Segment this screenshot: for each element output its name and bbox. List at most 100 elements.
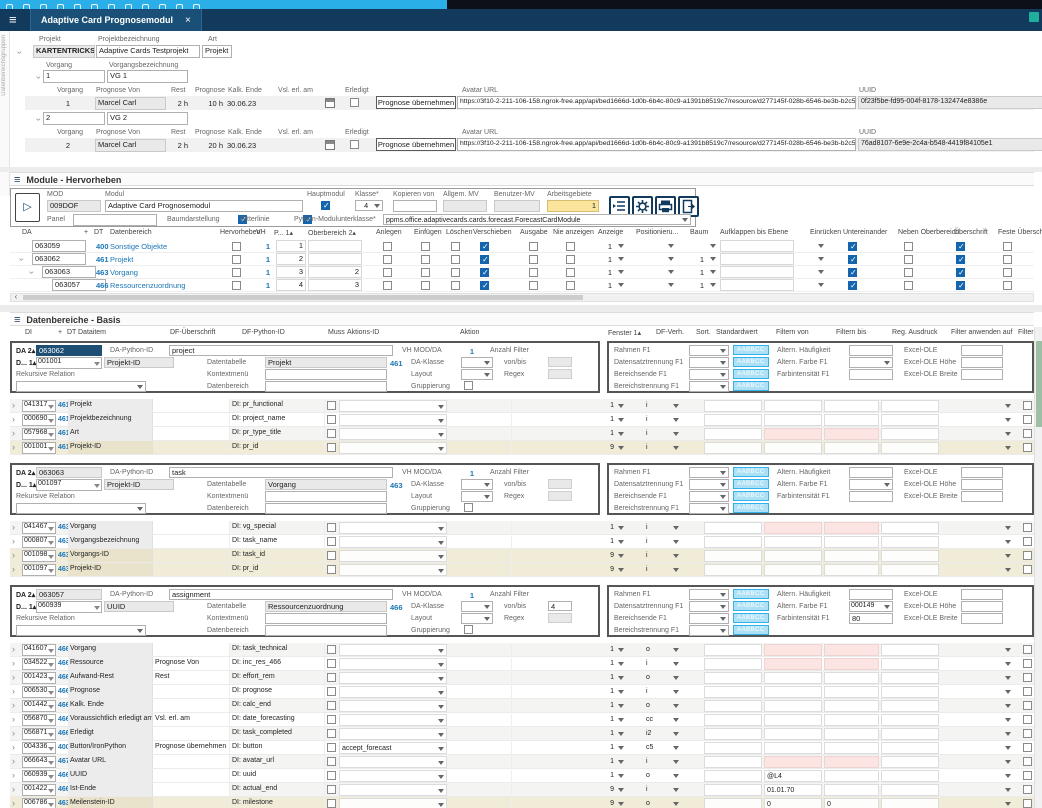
filter-deaktiviert-checkbox[interactable] <box>1023 715 1032 724</box>
altern-haeufigkeit-field[interactable] <box>849 467 893 478</box>
layout-select[interactable] <box>461 369 493 380</box>
filtern-bis-field[interactable] <box>824 428 879 440</box>
avatar-url-field[interactable]: https://3f10-2-211-106-158.ngrok-free.ap… <box>457 96 856 109</box>
filtern-bis-field[interactable] <box>824 522 879 534</box>
oberbereich-field[interactable] <box>308 253 362 265</box>
verschieben-checkbox[interactable] <box>480 268 489 277</box>
di-field[interactable]: 001097 <box>22 564 56 576</box>
scroll-left-icon[interactable]: ‹ <box>11 294 21 301</box>
chevron-down-icon[interactable] <box>818 283 824 287</box>
filter-anwenden-cell[interactable] <box>941 536 1015 549</box>
chevron-down-icon[interactable] <box>438 569 444 573</box>
filtern-bis-field[interactable] <box>824 536 879 548</box>
reg-ausdruck-field[interactable] <box>881 728 939 740</box>
chevron-down-icon[interactable] <box>1005 732 1011 736</box>
filter-anwenden-cell[interactable] <box>941 756 1015 769</box>
fenster-value[interactable]: 1 <box>596 524 614 531</box>
chevron-down-icon[interactable] <box>48 705 54 709</box>
standardwert-field[interactable] <box>704 522 762 534</box>
filtern-von-field[interactable] <box>764 756 822 768</box>
hervorheben-checkbox[interactable] <box>232 242 241 251</box>
untereinander-checkbox[interactable] <box>848 268 857 277</box>
chevron-down-icon[interactable] <box>618 270 624 274</box>
di-field[interactable]: 041317 <box>22 400 56 412</box>
da-field[interactable]: 063063 <box>42 266 96 278</box>
chevron-down-icon[interactable] <box>1005 718 1011 722</box>
di-field[interactable]: 060939 <box>36 601 102 613</box>
datenbereich-link[interactable]: Vorgang <box>110 268 138 277</box>
filtern-bis-field[interactable] <box>824 728 879 740</box>
muss-checkbox[interactable] <box>327 673 336 682</box>
aktions-id-field[interactable] <box>339 686 447 698</box>
aktions-id-field[interactable] <box>339 644 447 656</box>
muss-checkbox[interactable] <box>327 565 336 574</box>
expand-icon[interactable]: › <box>12 757 15 766</box>
nie-anzeigen-checkbox[interactable] <box>566 268 575 277</box>
reg-ausdruck-field[interactable] <box>881 784 939 796</box>
rahmen-f1-select[interactable] <box>689 467 729 478</box>
filter-deaktiviert-checkbox[interactable] <box>1023 551 1032 560</box>
aktions-id-field[interactable] <box>339 536 447 548</box>
filter-deaktiviert-checkbox[interactable] <box>1023 659 1032 668</box>
filter-anwenden-cell[interactable] <box>941 742 1015 755</box>
expand-icon[interactable]: › <box>34 76 43 79</box>
filtern-bis-field[interactable] <box>824 742 879 754</box>
reg-ausdruck-field[interactable] <box>881 714 939 726</box>
filter-deaktiviert-checkbox[interactable] <box>1023 523 1032 532</box>
da-python-id-field[interactable]: task <box>169 467 393 478</box>
chevron-down-icon[interactable] <box>48 569 54 573</box>
rahmen-f1-select[interactable] <box>689 589 729 600</box>
datensatztrennung-color-swatch[interactable]: AABBCC <box>733 479 769 489</box>
filtern-von-field[interactable] <box>764 414 822 426</box>
filter-anwenden-cell[interactable] <box>941 798 1015 808</box>
chevron-down-icon[interactable] <box>438 803 444 807</box>
chevron-down-icon[interactable] <box>618 244 624 248</box>
expand-icon[interactable]: › <box>12 743 15 752</box>
df-verh-value[interactable]: i <box>646 430 648 437</box>
oberbereich-field[interactable] <box>308 240 362 252</box>
aktions-id-field[interactable] <box>339 784 447 796</box>
filter-anwenden-cell[interactable] <box>941 714 1015 727</box>
chevron-down-icon[interactable] <box>618 568 624 572</box>
df-verh-value[interactable]: o <box>646 674 650 681</box>
filtern-von-field[interactable] <box>764 564 822 576</box>
filter-anwenden-cell[interactable] <box>941 400 1015 413</box>
chevron-down-icon[interactable] <box>438 747 444 751</box>
bereichstrennung-color-swatch[interactable]: AABBCC <box>733 503 769 513</box>
excel-ole-field[interactable] <box>961 589 1003 600</box>
chevron-down-icon[interactable] <box>618 802 624 806</box>
chevron-down-icon[interactable] <box>673 418 679 422</box>
datensatztrennung-color-swatch[interactable]: AABBCC <box>733 601 769 611</box>
muss-checkbox[interactable] <box>327 757 336 766</box>
anlegen-checkbox[interactable] <box>383 281 392 290</box>
expand-icon[interactable]: › <box>12 771 15 780</box>
expand-icon[interactable]: › <box>12 645 15 654</box>
chevron-down-icon[interactable] <box>48 527 54 531</box>
altern-haeufigkeit-field[interactable] <box>849 345 893 356</box>
rahmen-color-swatch[interactable]: AABBCC <box>733 589 769 599</box>
chevron-down-icon[interactable] <box>818 244 824 248</box>
di-field[interactable]: 041467 <box>22 522 56 534</box>
filter-deaktiviert-checkbox[interactable] <box>1023 645 1032 654</box>
chevron-down-icon[interactable] <box>48 733 54 737</box>
muss-checkbox[interactable] <box>327 645 336 654</box>
fenster-value[interactable]: 9 <box>596 800 614 807</box>
chevron-down-icon[interactable] <box>1005 760 1011 764</box>
muss-checkbox[interactable] <box>327 659 336 668</box>
chevron-down-icon[interactable] <box>438 447 444 451</box>
fenster-value[interactable]: 1 <box>596 772 614 779</box>
da-klasse-select[interactable] <box>461 479 493 490</box>
chevron-down-icon[interactable] <box>438 691 444 695</box>
klasse-select[interactable]: 4 <box>364 201 368 210</box>
erledigt-checkbox[interactable] <box>350 98 359 107</box>
expand-icon[interactable]: › <box>12 729 15 738</box>
filtern-von-field[interactable] <box>764 728 822 740</box>
standardwert-field[interactable] <box>704 400 762 412</box>
feste-ueberschrift-checkbox[interactable] <box>1003 255 1012 264</box>
gruppierung-checkbox[interactable] <box>464 381 473 390</box>
einfuegen-checkbox[interactable] <box>421 242 430 251</box>
hervorheben-checkbox[interactable] <box>232 281 241 290</box>
aktions-id-field[interactable] <box>339 414 447 426</box>
chevron-down-icon[interactable] <box>48 761 54 765</box>
di-field[interactable]: 056871 <box>22 728 56 740</box>
